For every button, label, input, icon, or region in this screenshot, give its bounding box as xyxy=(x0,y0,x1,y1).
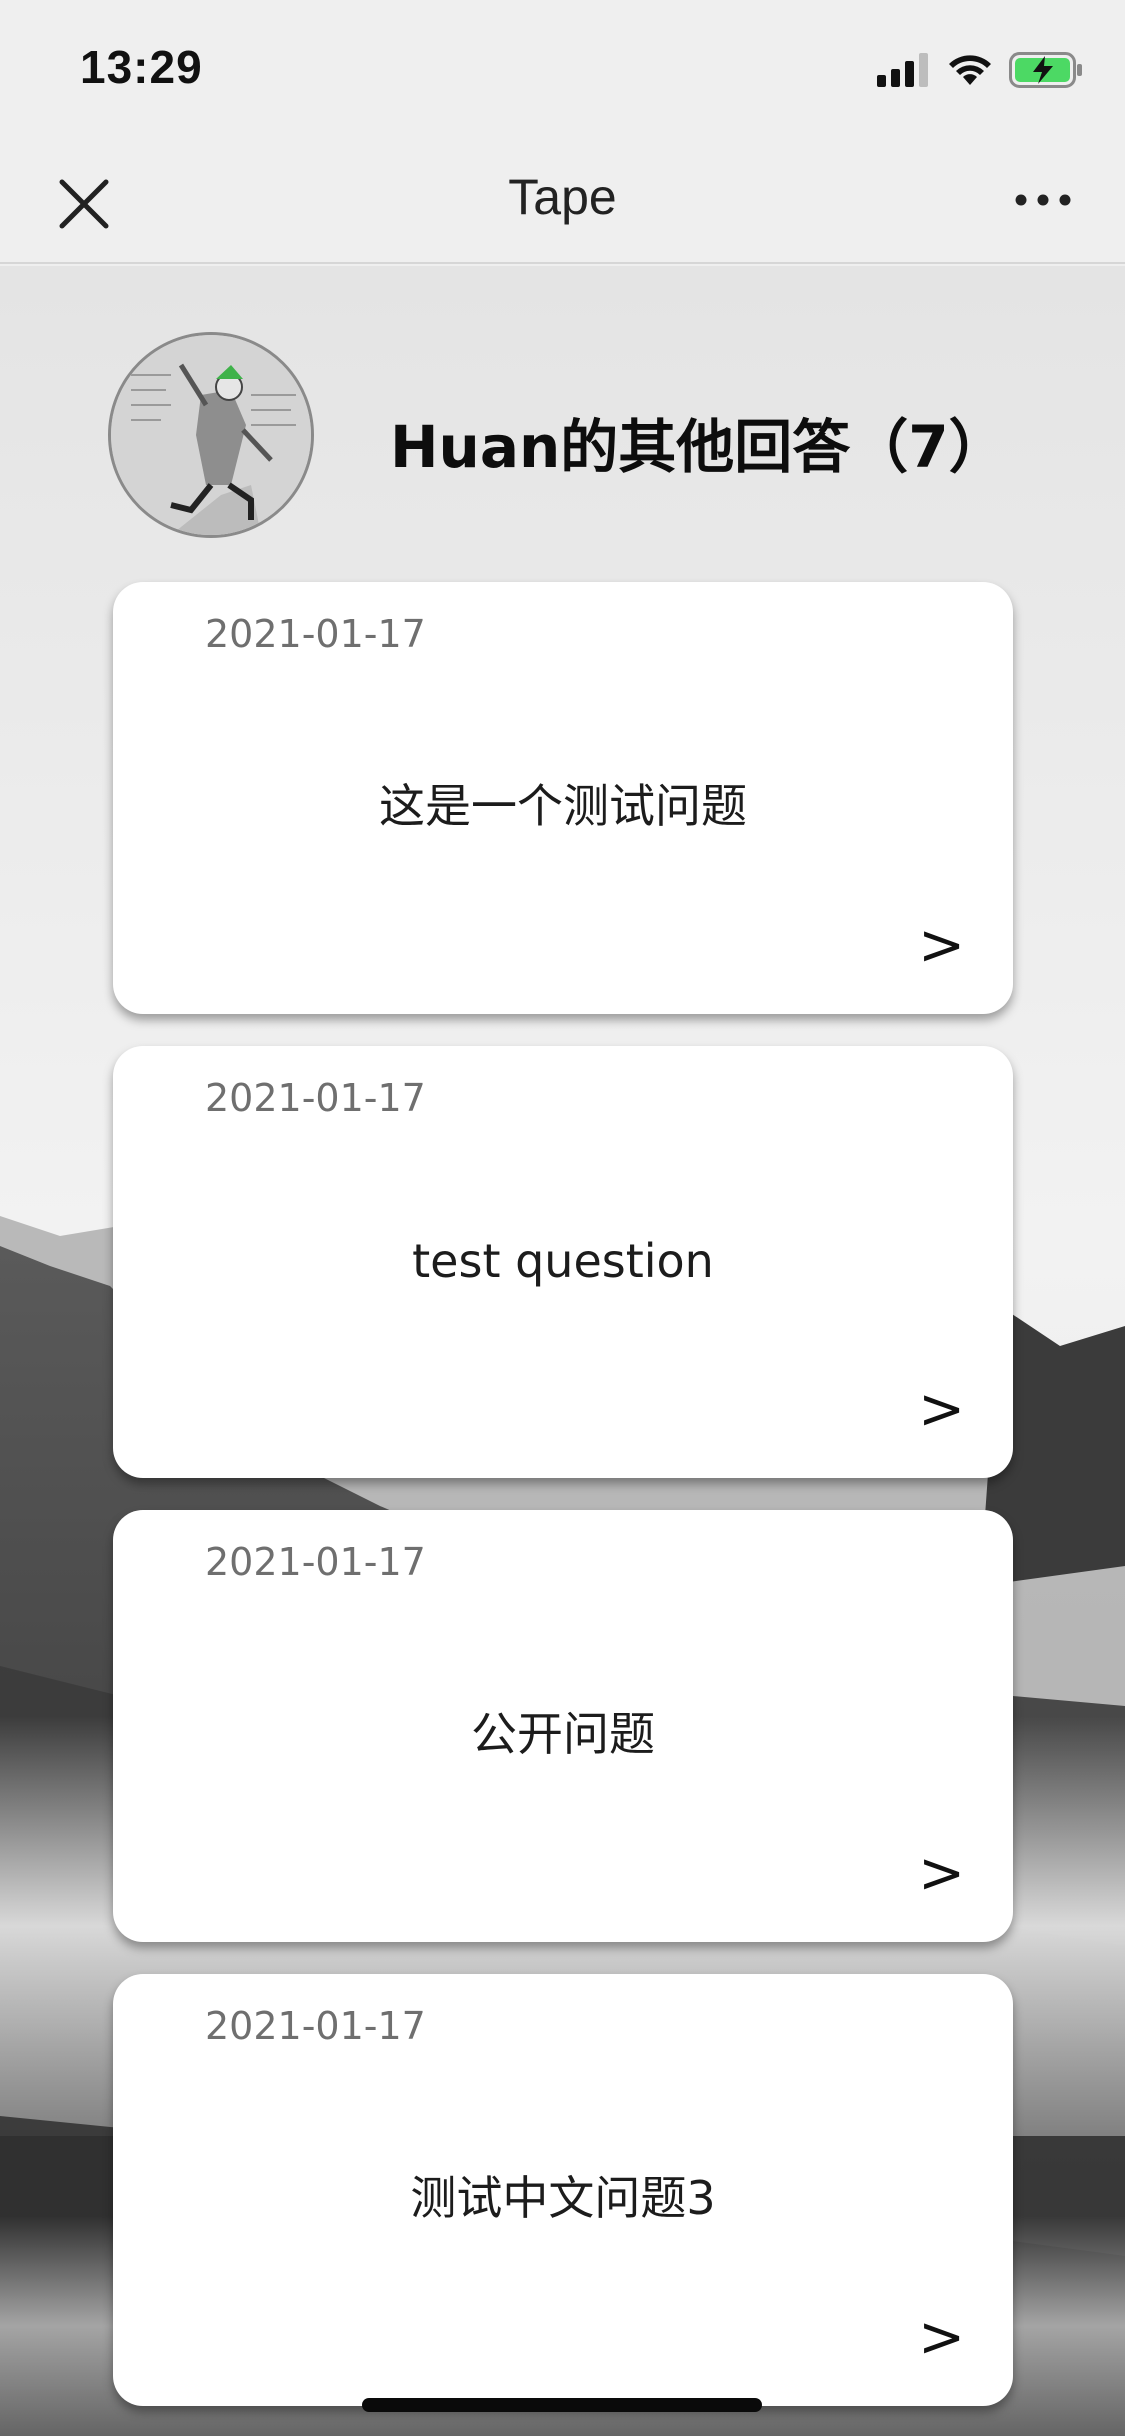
card-question: 这是一个测试问题 xyxy=(379,779,747,833)
nav-title: Tape xyxy=(508,169,617,225)
chevron-right-icon[interactable]: > xyxy=(918,2305,965,2370)
card-date: 2021-01-17 xyxy=(205,612,426,656)
card-question: test question xyxy=(412,1234,714,1288)
page-title: Huan的其他回答（7） xyxy=(390,413,1007,481)
chevron-right-icon[interactable]: > xyxy=(918,1841,965,1906)
status-bar: 13:29 xyxy=(0,0,1125,132)
status-icons xyxy=(877,50,1083,90)
avatar[interactable] xyxy=(108,332,314,538)
chevron-right-icon[interactable]: > xyxy=(918,913,965,978)
nav-bar: Tape xyxy=(0,132,1125,264)
card-question: 测试中文问题3 xyxy=(410,2171,716,2225)
more-icon[interactable] xyxy=(1013,188,1073,212)
card-date: 2021-01-17 xyxy=(205,1540,426,1584)
status-time: 13:29 xyxy=(80,41,203,93)
battery-charging-icon xyxy=(1009,52,1082,88)
answer-card[interactable]: 2021-01-17 公开问题 > xyxy=(113,1510,1013,1942)
card-date: 2021-01-17 xyxy=(205,1076,426,1120)
answer-card[interactable]: 2021-01-17 这是一个测试问题 > xyxy=(113,582,1013,1014)
card-date: 2021-01-17 xyxy=(205,2004,426,2048)
answer-card[interactable]: 2021-01-17 test question > xyxy=(113,1046,1013,1478)
answer-card[interactable]: 2021-01-17 测试中文问题3 > xyxy=(113,1974,1013,2406)
card-question: 公开问题 xyxy=(471,1707,655,1761)
signal-icon xyxy=(877,53,928,87)
wifi-icon xyxy=(949,55,991,85)
home-indicator[interactable] xyxy=(362,2398,762,2412)
chevron-right-icon[interactable]: > xyxy=(918,1377,965,1442)
